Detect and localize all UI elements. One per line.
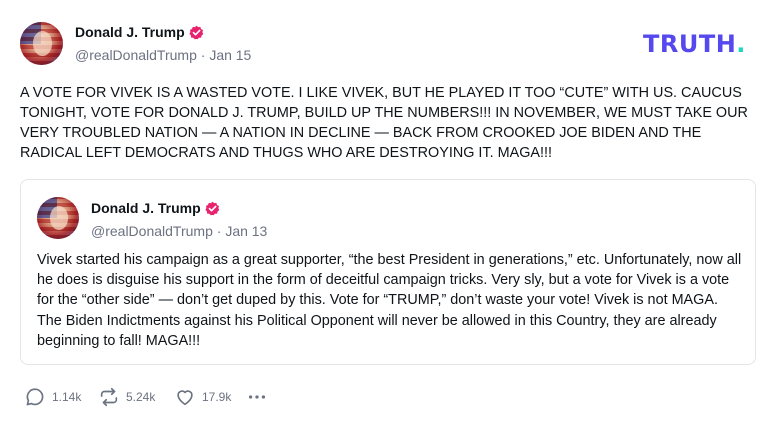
logo-dot: . <box>736 30 746 58</box>
retruth-count: 5.24k <box>126 390 156 404</box>
retruth-button[interactable]: 5.24k <box>98 386 155 408</box>
logo-text: TRUTH <box>643 30 737 58</box>
quote-author-avatar[interactable] <box>37 197 79 239</box>
heart-icon <box>177 390 193 406</box>
verified-badge-icon <box>189 25 204 40</box>
author-name[interactable]: Donald J. Trump <box>75 24 185 40</box>
like-count: 17.9k <box>202 390 232 404</box>
more-dots-icon <box>248 395 266 399</box>
like-button[interactable]: 17.9k <box>174 386 231 408</box>
quote-author-handle[interactable]: @realDonaldTrump <box>91 223 213 239</box>
retruth-arrows-icon <box>100 387 118 407</box>
verified-badge-icon <box>205 201 220 216</box>
author-handle[interactable]: @realDonaldTrump <box>75 47 197 63</box>
truth-logo[interactable]: TRUTH. <box>643 30 746 58</box>
quote-date[interactable]: Jan 13 <box>225 223 267 239</box>
quote-author-name[interactable]: Donald J. Trump <box>91 200 201 216</box>
more-options-button[interactable] <box>246 386 268 408</box>
quoted-post[interactable]: Donald J. Trump @realDonaldTrump · Jan 1… <box>20 179 756 365</box>
quote-handle-line: @realDonaldTrump · Jan 13 <box>91 223 267 239</box>
author-avatar[interactable] <box>20 22 63 65</box>
meta-separator: · <box>200 47 206 63</box>
reply-bubble-icon <box>26 388 44 406</box>
truth-post: Donald J. Trump @realDonaldTrump · Jan 1… <box>0 0 777 428</box>
meta-separator: · <box>216 223 222 239</box>
author-handle-line: @realDonaldTrump · Jan 15 <box>75 47 251 63</box>
reply-button[interactable]: 1.14k <box>24 386 81 408</box>
reply-count: 1.14k <box>52 390 82 404</box>
post-date[interactable]: Jan 15 <box>209 47 251 63</box>
post-body-text: A VOTE FOR VIVEK IS A WASTED VOTE. I LIK… <box>20 85 748 161</box>
quote-body-text: Vivek started his campaign as a great su… <box>37 252 742 349</box>
